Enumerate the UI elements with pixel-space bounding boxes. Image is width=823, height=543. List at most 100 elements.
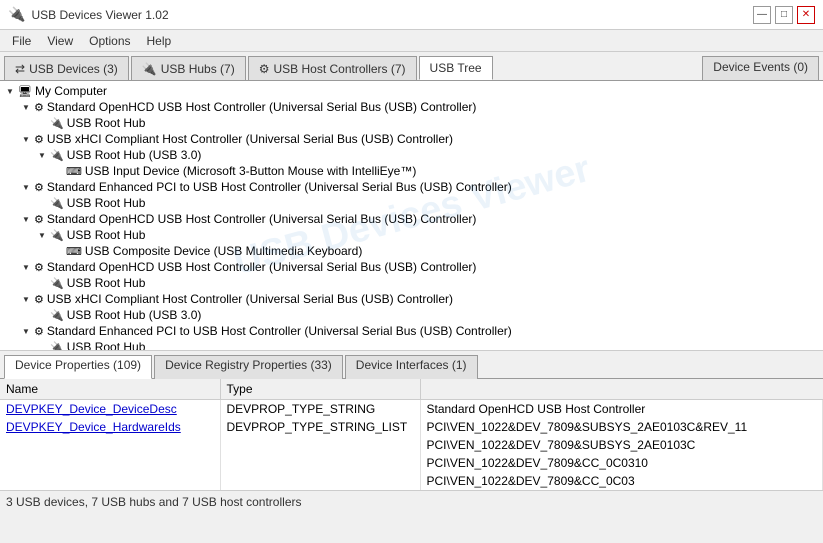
tree-label: Standard OpenHCD USB Host Controller (Un… xyxy=(47,260,476,274)
tree-area[interactable]: USB Devices Viewer ▼🖥My Computer▼⚙Standa… xyxy=(0,81,823,351)
tree-label: Standard Enhanced PCI to USB Host Contro… xyxy=(47,324,512,338)
tree-expander[interactable]: ▼ xyxy=(34,151,50,160)
menu-item-view[interactable]: View xyxy=(39,32,81,50)
tree-row[interactable]: 🔌USB Root Hub (USB 3.0) xyxy=(0,307,823,323)
tab-usb-tree[interactable]: USB Tree xyxy=(419,56,493,80)
close-button[interactable]: ✕ xyxy=(797,6,815,24)
tree-row[interactable]: ▼🔌USB Root Hub xyxy=(0,227,823,243)
tab-usb-hubs[interactable]: 🔌 USB Hubs (7) xyxy=(131,56,246,80)
tree-row[interactable]: ⌨USB Composite Device (USB Multimedia Ke… xyxy=(0,243,823,259)
menu-bar: FileViewOptionsHelp xyxy=(0,30,823,52)
tree-row[interactable]: 🔌USB Root Hub xyxy=(0,115,823,131)
tree-label: USB Root Hub xyxy=(67,228,146,242)
tree-row[interactable]: 🔌USB Root Hub xyxy=(0,339,823,351)
title-bar: 🔌 USB Devices Viewer 1.02 — □ ✕ xyxy=(0,0,823,30)
tree-content: ▼🖥My Computer▼⚙Standard OpenHCD USB Host… xyxy=(0,81,823,351)
menu-item-help[interactable]: Help xyxy=(139,32,180,50)
tree-label: USB xHCI Compliant Host Controller (Univ… xyxy=(47,132,453,146)
tree-label: Standard OpenHCD USB Host Controller (Un… xyxy=(47,212,476,226)
maximize-button[interactable]: □ xyxy=(775,6,793,24)
hub-icon: 🔌 xyxy=(142,62,157,76)
gear-icon: ⚙ xyxy=(34,181,44,194)
title-controls: — □ ✕ xyxy=(753,6,815,24)
tree-row[interactable]: ▼⚙USB xHCI Compliant Host Controller (Un… xyxy=(0,291,823,307)
status-text: 3 USB devices, 7 USB hubs and 7 USB host… xyxy=(6,495,301,509)
gear-icon: ⚙ xyxy=(34,293,44,306)
table-row: PCI\VEN_1022&DEV_7809&CC_0C03 xyxy=(0,472,823,490)
props-table: Name Type DEVPKEY_Device_DeviceDescDEVPR… xyxy=(0,379,823,490)
prop-name[interactable]: DEVPKEY_Device_DeviceDesc xyxy=(0,400,220,419)
table-row: PCI\VEN_1022&DEV_7809&SUBSYS_2AE0103C xyxy=(0,436,823,454)
tree-row[interactable]: ▼⚙Standard OpenHCD USB Host Controller (… xyxy=(0,259,823,275)
tab-usb-host-controllers[interactable]: ⚙ USB Host Controllers (7) xyxy=(248,56,417,80)
tree-row[interactable]: ▼⚙Standard OpenHCD USB Host Controller (… xyxy=(0,211,823,227)
hub-icon: 🔌 xyxy=(50,117,64,130)
tree-label: Standard OpenHCD USB Host Controller (Un… xyxy=(47,100,476,114)
tree-row[interactable]: ▼⚙USB xHCI Compliant Host Controller (Un… xyxy=(0,131,823,147)
col-header-value xyxy=(420,379,823,400)
device-events-button[interactable]: Device Events (0) xyxy=(702,56,819,80)
gear-icon: ⚙ xyxy=(34,261,44,274)
col-header-type: Type xyxy=(220,379,420,400)
prop-name xyxy=(0,454,220,472)
tree-row[interactable]: ▼🔌USB Root Hub (USB 3.0) xyxy=(0,147,823,163)
prop-name xyxy=(0,436,220,454)
gear-icon: ⚙ xyxy=(259,62,270,76)
hub-icon: 🔌 xyxy=(50,149,64,162)
tree-label: USB Root Hub (USB 3.0) xyxy=(67,148,202,162)
app-icon: 🔌 xyxy=(8,6,25,23)
menu-item-file[interactable]: File xyxy=(4,32,39,50)
tree-expander[interactable]: ▼ xyxy=(18,327,34,336)
prop-value: Standard OpenHCD USB Host Controller xyxy=(420,400,823,419)
tree-row[interactable]: ⌨USB Input Device (Microsoft 3-Button Mo… xyxy=(0,163,823,179)
gear-icon: ⚙ xyxy=(34,213,44,226)
tree-expander[interactable]: ▼ xyxy=(18,103,34,112)
status-bar: 3 USB devices, 7 USB hubs and 7 USB host… xyxy=(0,490,823,512)
tree-label: USB Root Hub xyxy=(67,196,146,210)
tree-row[interactable]: ▼⚙Standard Enhanced PCI to USB Host Cont… xyxy=(0,179,823,195)
bottom-tab-device-properties[interactable]: Device Properties (109) xyxy=(4,355,152,379)
hub-icon: 🔌 xyxy=(50,229,64,242)
menu-item-options[interactable]: Options xyxy=(81,32,138,50)
tree-label: USB Root Hub xyxy=(67,340,146,351)
prop-type: DEVPROP_TYPE_STRING xyxy=(220,400,420,419)
tree-label: USB Composite Device (USB Multimedia Key… xyxy=(85,244,362,258)
props-area[interactable]: Name Type DEVPKEY_Device_DeviceDescDEVPR… xyxy=(0,379,823,490)
hub-icon: 🔌 xyxy=(50,277,64,290)
tree-expander[interactable]: ▼ xyxy=(18,215,34,224)
tree-row[interactable]: 🔌USB Root Hub xyxy=(0,275,823,291)
gear-icon: ⚙ xyxy=(34,133,44,146)
prop-value: PCI\VEN_1022&DEV_7809&CC_0C0310 xyxy=(420,454,823,472)
tab-label: USB Hubs (7) xyxy=(161,62,235,76)
tab-usb-devices[interactable]: ⇄USB Devices (3) xyxy=(4,56,129,80)
gear-icon: ⚙ xyxy=(34,101,44,114)
tree-expander[interactable]: ▼ xyxy=(18,183,34,192)
bottom-tab-device-registry[interactable]: Device Registry Properties (33) xyxy=(154,355,343,379)
tree-expander[interactable]: ▼ xyxy=(18,295,34,304)
computer-icon: 🖥 xyxy=(18,85,32,98)
tree-expander[interactable]: ▼ xyxy=(18,263,34,272)
tree-row[interactable]: ▼🖥My Computer xyxy=(0,83,823,99)
title-left: 🔌 USB Devices Viewer 1.02 xyxy=(8,6,169,23)
tree-label: USB Input Device (Microsoft 3-Button Mou… xyxy=(85,164,416,178)
tab-label: USB Host Controllers (7) xyxy=(274,62,406,76)
tree-expander[interactable]: ▼ xyxy=(34,231,50,240)
tree-row[interactable]: 🔌USB Root Hub xyxy=(0,195,823,211)
prop-type xyxy=(220,472,420,490)
tree-row[interactable]: ▼⚙Standard OpenHCD USB Host Controller (… xyxy=(0,99,823,115)
col-header-name: Name xyxy=(0,379,220,400)
minimize-button[interactable]: — xyxy=(753,6,771,24)
bottom-tab-device-interfaces[interactable]: Device Interfaces (1) xyxy=(345,355,478,379)
tree-label: Standard Enhanced PCI to USB Host Contro… xyxy=(47,180,512,194)
prop-value: PCI\VEN_1022&DEV_7809&SUBSYS_2AE0103C&RE… xyxy=(420,418,823,436)
props-tbody: DEVPKEY_Device_DeviceDescDEVPROP_TYPE_ST… xyxy=(0,400,823,491)
tree-row[interactable]: ▼⚙Standard Enhanced PCI to USB Host Cont… xyxy=(0,323,823,339)
tree-expander[interactable]: ▼ xyxy=(18,135,34,144)
tree-label: USB xHCI Compliant Host Controller (Univ… xyxy=(47,292,453,306)
bottom-tab-bar: Device Properties (109)Device Registry P… xyxy=(0,351,823,379)
prop-value: PCI\VEN_1022&DEV_7809&CC_0C03 xyxy=(420,472,823,490)
prop-type xyxy=(220,436,420,454)
tree-expander[interactable]: ▼ xyxy=(2,87,18,96)
prop-value: PCI\VEN_1022&DEV_7809&SUBSYS_2AE0103C xyxy=(420,436,823,454)
prop-name[interactable]: DEVPKEY_Device_HardwareIds xyxy=(0,418,220,436)
